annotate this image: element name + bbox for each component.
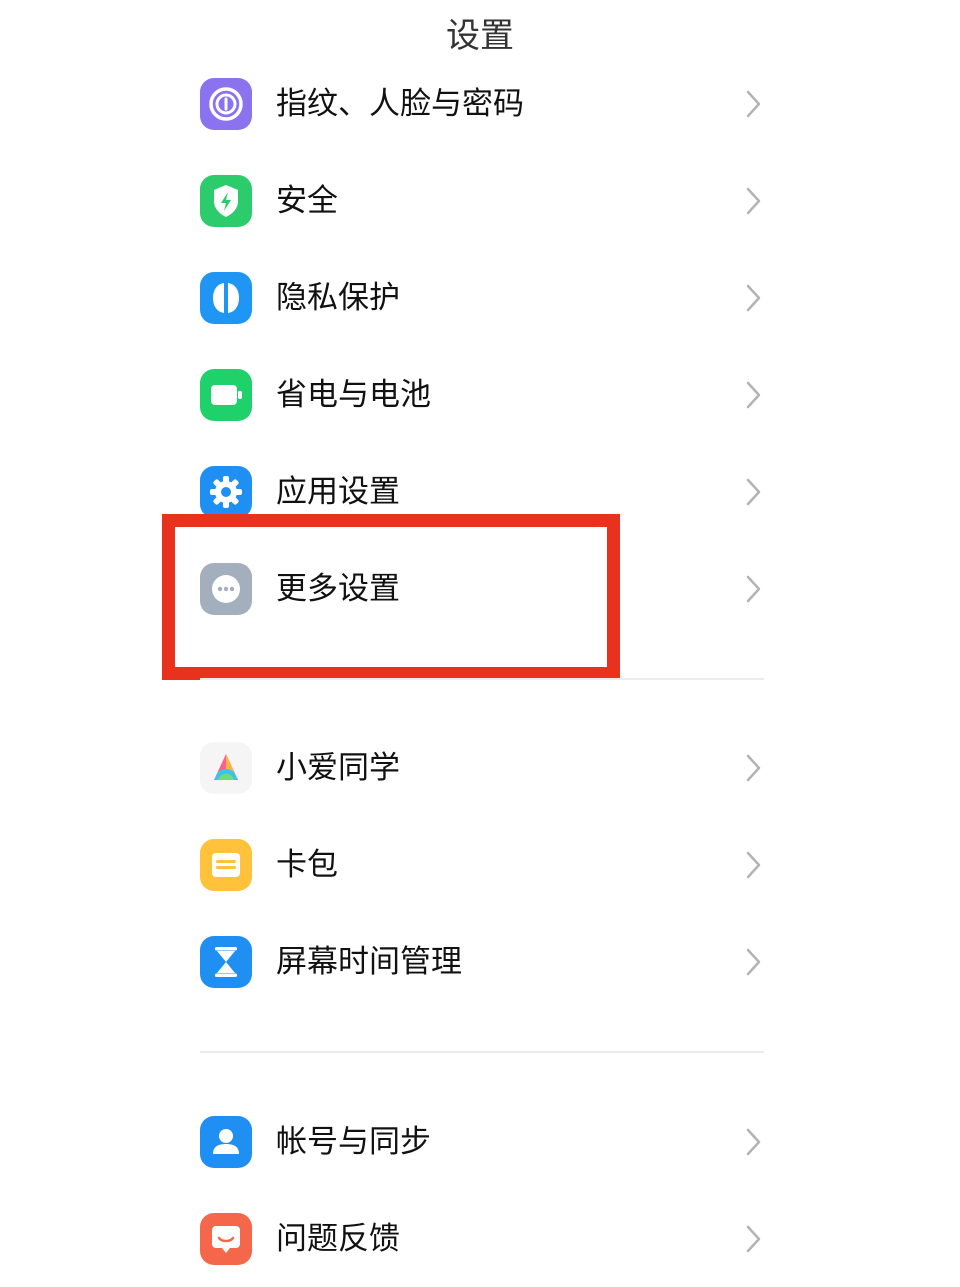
section-divider [200, 1051, 764, 1053]
settings-item-label: 帐号与同步 [276, 1124, 431, 1160]
settings-item-label: 问题反馈 [276, 1221, 400, 1257]
settings-item-more-settings[interactable]: 更多设置 [190, 541, 780, 637]
settings-item-fingerprint-face-password[interactable]: 指纹、人脸与密码 [190, 56, 780, 152]
settings-item-label: 应用设置 [276, 474, 400, 510]
settings-item-label: 省电与电池 [276, 377, 431, 413]
settings-item-xiaoai[interactable]: 小爱同学 [190, 720, 780, 816]
chevron-right-icon [746, 754, 761, 782]
shield-icon [200, 175, 252, 227]
settings-item-feedback[interactable]: 问题反馈 [190, 1191, 780, 1287]
chevron-right-icon [746, 478, 761, 506]
settings-item-label: 小爱同学 [276, 750, 400, 786]
battery-icon [200, 369, 252, 421]
chevron-right-icon [746, 1128, 761, 1156]
chevron-right-icon [746, 948, 761, 976]
settings-item-label: 隐私保护 [276, 280, 400, 316]
xiaoai-icon [200, 742, 252, 794]
settings-item-privacy[interactable]: 隐私保护 [190, 250, 780, 346]
settings-item-screen-time[interactable]: 屏幕时间管理 [190, 914, 780, 1010]
settings-item-battery[interactable]: 省电与电池 [190, 347, 780, 443]
chevron-right-icon [746, 1225, 761, 1253]
privacy-icon [200, 272, 252, 324]
chevron-right-icon [746, 284, 761, 312]
settings-item-security[interactable]: 安全 [190, 153, 780, 249]
more-icon [200, 563, 252, 615]
page-title: 设置 [446, 16, 514, 56]
fingerprint-icon [200, 78, 252, 130]
account-icon [200, 1116, 252, 1168]
settings-item-label: 卡包 [276, 847, 338, 883]
settings-item-label: 指纹、人脸与密码 [276, 86, 524, 122]
settings-item-label: 屏幕时间管理 [276, 944, 462, 980]
chevron-right-icon [746, 381, 761, 409]
feedback-icon [200, 1213, 252, 1265]
section-divider [200, 678, 764, 680]
settings-item-account-sync[interactable]: 帐号与同步 [190, 1094, 780, 1190]
wallet-icon [200, 839, 252, 891]
chevron-right-icon [746, 187, 761, 215]
hourglass-icon [200, 936, 252, 988]
settings-item-label: 安全 [276, 183, 338, 219]
settings-item-wallet[interactable]: 卡包 [190, 817, 780, 913]
gear-icon [200, 466, 252, 518]
chevron-right-icon [746, 575, 761, 603]
chevron-right-icon [746, 851, 761, 879]
settings-item-label: 更多设置 [276, 571, 400, 607]
chevron-right-icon [746, 90, 761, 118]
settings-item-app-settings[interactable]: 应用设置 [190, 444, 780, 540]
